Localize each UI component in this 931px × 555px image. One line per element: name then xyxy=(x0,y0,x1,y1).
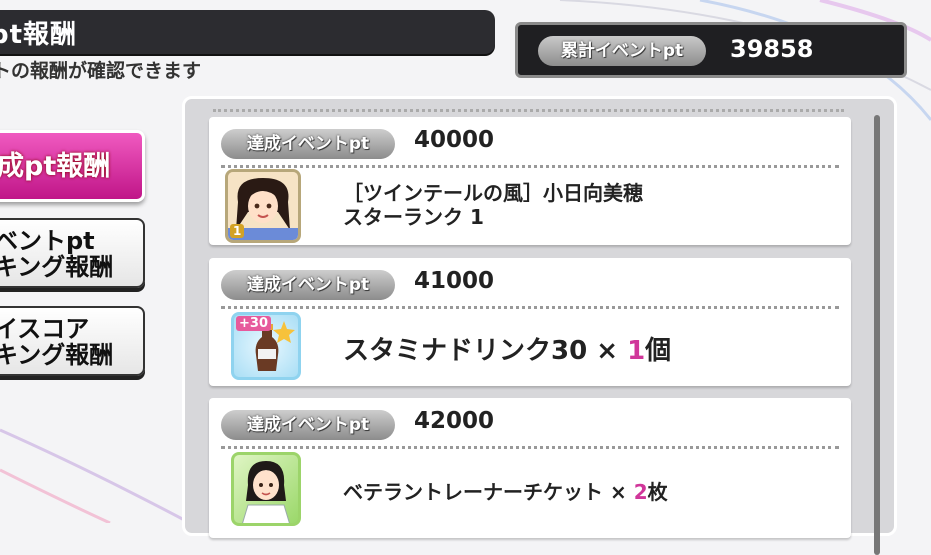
achievement-pt-badge: 達成イベントpt xyxy=(221,410,395,440)
achievement-pt-badge: 達成イベントpt xyxy=(221,129,395,159)
reward-description: スタミナドリンク30 × 1個 xyxy=(343,330,671,367)
reward-star-rank: スターランク 1 xyxy=(343,205,484,229)
divider xyxy=(221,446,839,449)
tab-label: 成pt報酬 xyxy=(0,151,111,182)
reward-quantity: 1 xyxy=(627,336,646,366)
page-title: pt報酬 xyxy=(0,20,78,50)
achievement-pt-value: 42000 xyxy=(414,408,495,434)
tab-label-line1: イスコア xyxy=(0,315,90,343)
total-event-pt-label: 累計イベントpt xyxy=(538,36,706,66)
tab-achievement-pt-reward[interactable]: 成pt報酬 xyxy=(0,130,145,202)
reward-quantity: 2 xyxy=(633,480,648,504)
reward-row: 達成イベントpt 41000 +30 スタミナドリンク30 × 1個 xyxy=(209,258,851,386)
reward-unit: 枚 xyxy=(647,480,668,504)
stamina-amount-label: +30 xyxy=(236,316,271,331)
tab-highscore-ranking-reward[interactable]: イスコア キング報酬 xyxy=(0,306,145,376)
total-event-pt-value: 39858 xyxy=(730,35,814,63)
trainer-portrait-icon xyxy=(242,461,290,523)
idol-card-thumbnail[interactable]: 1 xyxy=(225,169,301,243)
reward-unit: 個 xyxy=(645,336,672,366)
reward-row: 達成イベントpt 40000 1 ［ツインテールの風］小日向美穂 スターランク … xyxy=(209,117,851,245)
trainer-ticket-icon[interactable] xyxy=(231,452,301,526)
reward-row: 達成イベントpt 42000 ベテラントレーナーチケット × 2枚 xyxy=(209,398,851,538)
achievement-pt-value: 41000 xyxy=(414,268,495,294)
tab-label-line2: キング報酬 xyxy=(0,253,114,281)
stamina-drink-icon[interactable]: +30 xyxy=(231,312,301,380)
total-event-pt-box: 累計イベントpt 39858 xyxy=(515,22,907,78)
reward-description: ［ツインテールの風］小日向美穂 スターランク 1 xyxy=(343,181,643,229)
page-subtitle: トの報酬が確認できます xyxy=(0,60,202,82)
tab-event-pt-ranking-reward[interactable]: ベントpt キング報酬 xyxy=(0,218,145,288)
divider xyxy=(221,165,839,168)
reward-item-name: スタミナドリンク30 × xyxy=(343,336,628,366)
achievement-pt-value: 40000 xyxy=(414,127,495,153)
star-rank-label: 1 xyxy=(230,224,245,238)
divider xyxy=(213,109,844,112)
reward-item-name: ベテラントレーナーチケット × xyxy=(343,480,634,504)
tab-label-line1: ベントpt xyxy=(0,227,95,255)
scrollbar[interactable] xyxy=(874,115,880,555)
tab-label-line2: キング報酬 xyxy=(0,341,114,369)
reward-description: ベテラントレーナーチケット × 2枚 xyxy=(343,476,668,505)
divider xyxy=(221,306,839,309)
reward-card-name: ［ツインテールの風］小日向美穂 xyxy=(343,181,643,205)
achievement-pt-badge: 達成イベントpt xyxy=(221,270,395,300)
